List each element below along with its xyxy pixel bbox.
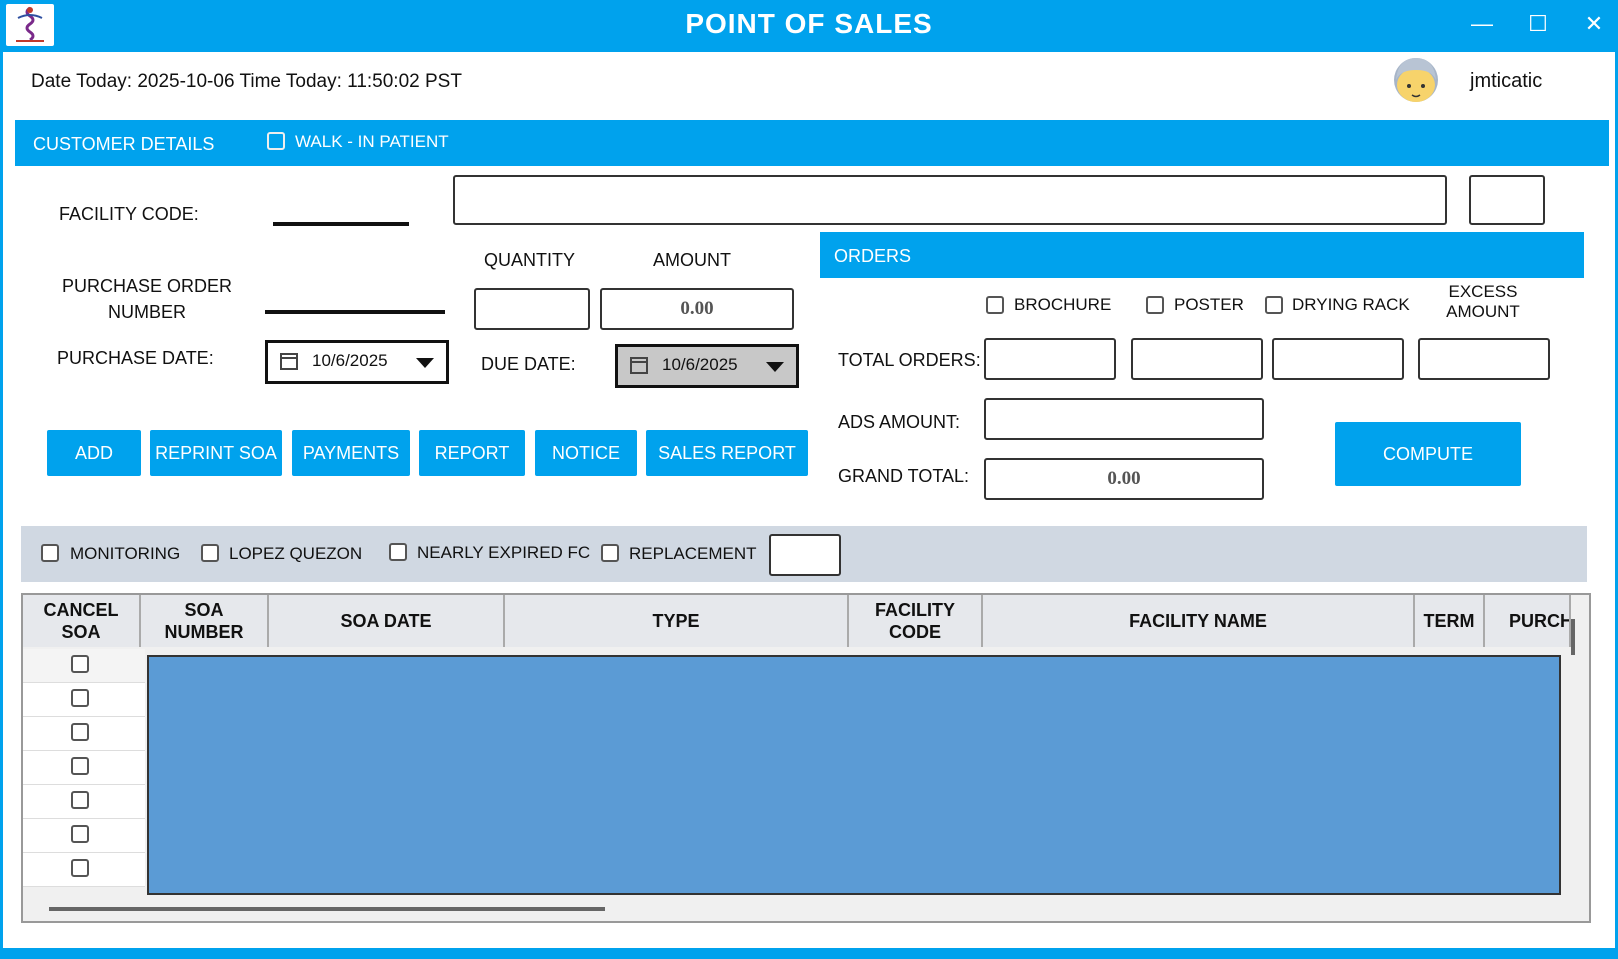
quantity-label: QUANTITY — [484, 250, 576, 270]
column-header-facility-code[interactable]: FACILITY CODE — [849, 595, 983, 647]
report-button[interactable]: REPORT — [419, 430, 525, 476]
replacement-field[interactable] — [769, 534, 841, 576]
purchase-date-value: 10/6/2025 — [312, 351, 388, 370]
table-row — [23, 785, 145, 819]
column-header-term[interactable]: TERM — [1415, 595, 1485, 647]
customer-details-title: CUSTOMER DETAILS — [33, 134, 215, 154]
brochure-label: BROCHURE — [1014, 295, 1112, 314]
po-label-line2: NUMBER — [107, 302, 186, 322]
maximize-button[interactable]: ☐ — [1518, 6, 1558, 42]
cancel-soa-checkbox[interactable] — [71, 825, 89, 843]
purchase-date-label: PURCHASE DATE: — [57, 348, 214, 368]
poster-checkbox[interactable] — [1146, 296, 1164, 314]
cancel-soa-checkbox[interactable] — [71, 757, 89, 775]
walkin-label: WALK - IN PATIENT — [295, 132, 449, 151]
excess-amount-field[interactable] — [1418, 338, 1550, 380]
grand-total-field[interactable]: 0.00 — [984, 458, 1264, 500]
facility-code-label: FACILITY CODE: — [59, 204, 199, 224]
minimize-button[interactable]: — — [1462, 6, 1502, 42]
calendar-icon — [280, 353, 298, 370]
horizontal-scrollbar[interactable] — [49, 907, 605, 911]
calendar-icon — [630, 357, 648, 374]
quantity-field[interactable] — [474, 288, 590, 330]
replacement-checkbox[interactable] — [601, 544, 619, 562]
facility-code-value — [273, 222, 409, 226]
ads-amount-label: ADS AMOUNT: — [838, 412, 961, 432]
amount-label: AMOUNT — [653, 250, 731, 270]
table-row — [23, 649, 145, 683]
soa-table: CANCEL SOA SOA NUMBER SOA DATE TYPE FACILI… — [21, 593, 1591, 923]
lopez-quezon-label: LOPEZ QUEZON — [229, 544, 363, 563]
drying-rack-label: DRYING RACK — [1292, 295, 1410, 314]
total-orders-label: TOTAL ORDERS: — [838, 350, 981, 370]
filter-bar: MONITORING LOPEZ QUEZON NEARLY EXPIRED F… — [21, 526, 1587, 582]
datetime-label: Date Today: 2025-10-06 Time Today: 11:50… — [31, 71, 462, 92]
poster-total-field[interactable] — [1131, 338, 1263, 380]
window-title: POINT OF SALES — [685, 8, 933, 39]
due-date-picker[interactable]: 10/6/2025 — [615, 344, 799, 388]
excess-label-line2: AMOUNT — [1446, 302, 1520, 321]
amount-field[interactable]: 0.00 — [600, 288, 794, 330]
add-button[interactable]: ADD — [47, 430, 141, 476]
cancel-soa-checkbox[interactable] — [71, 723, 89, 741]
reprint-soa-button[interactable]: REPRINT SOA — [150, 430, 282, 476]
username-label: jmticatic — [1470, 70, 1543, 92]
table-row — [23, 819, 145, 853]
close-button[interactable]: ✕ — [1574, 6, 1614, 42]
lopez-quezon-checkbox[interactable] — [201, 544, 219, 562]
purchase-date-picker[interactable]: 10/6/2025 — [265, 340, 449, 384]
po-label-line1: PURCHASE ORDER — [61, 276, 233, 296]
brochure-checkbox[interactable] — [986, 296, 1004, 314]
main-panel: Date Today: 2025-10-06 Time Today: 11:50… — [3, 52, 1615, 948]
replacement-label: REPLACEMENT — [629, 544, 757, 563]
compute-button[interactable]: COMPUTE — [1335, 422, 1521, 486]
column-header-soa-date[interactable]: SOA DATE — [269, 595, 505, 647]
column-header-facility-name[interactable]: FACILITY NAME — [983, 595, 1415, 647]
avatar-icon — [1389, 52, 1443, 106]
customer-details-bar: CUSTOMER DETAILS WALK - IN PATIENT — [15, 120, 1609, 166]
facility-name-field[interactable] — [453, 175, 1447, 225]
table-row — [23, 853, 145, 887]
orders-title: ORDERS — [834, 246, 912, 266]
table-row — [23, 683, 145, 717]
cancel-soa-checkbox[interactable] — [71, 655, 89, 673]
payments-button[interactable]: PAYMENTS — [292, 430, 410, 476]
chevron-down-icon[interactable] — [416, 358, 434, 368]
cancel-soa-checkbox[interactable] — [71, 689, 89, 707]
monitoring-label: MONITORING — [70, 544, 181, 563]
column-header-purchase[interactable]: PURCH — [1485, 595, 1571, 647]
po-number-value — [265, 310, 445, 314]
nearly-expired-label: NEARLY EXPIRED FC — [417, 543, 591, 562]
grand-total-label: GRAND TOTAL: — [838, 466, 970, 486]
column-header-type[interactable]: TYPE — [505, 595, 849, 647]
vertical-scrollbar[interactable] — [1571, 619, 1575, 655]
ads-amount-field[interactable] — [984, 398, 1264, 440]
drying-rack-total-field[interactable] — [1272, 338, 1404, 380]
title-bar: POINT OF SALES — ☐ ✕ — [0, 0, 1618, 52]
cancel-soa-checkbox[interactable] — [71, 859, 89, 877]
table-row — [23, 751, 145, 785]
sales-report-button[interactable]: SALES REPORT — [646, 430, 808, 476]
brochure-total-field[interactable] — [984, 338, 1116, 380]
due-date-label: DUE DATE: — [481, 354, 576, 374]
pos-window: POINT OF SALES — ☐ ✕ Date Today: 2025-10… — [0, 0, 1618, 959]
orders-bar: ORDERS — [820, 232, 1584, 278]
chevron-down-icon[interactable] — [766, 362, 784, 372]
poster-label: POSTER — [1174, 295, 1244, 314]
cancel-soa-checkbox[interactable] — [71, 791, 89, 809]
due-date-value: 10/6/2025 — [662, 355, 738, 374]
nearly-expired-checkbox[interactable] — [389, 543, 407, 561]
notice-button[interactable]: NOTICE — [535, 430, 637, 476]
drying-rack-checkbox[interactable] — [1265, 296, 1283, 314]
table-row — [23, 717, 145, 751]
excess-label-line1: EXCESS — [1448, 282, 1518, 301]
selected-rows-area[interactable] — [147, 655, 1561, 895]
column-header-soa-number[interactable]: SOA NUMBER — [141, 595, 269, 647]
column-header-cancel-soa[interactable]: CANCEL SOA — [23, 595, 141, 647]
facility-term-field[interactable] — [1469, 175, 1545, 225]
monitoring-checkbox[interactable] — [41, 544, 59, 562]
walkin-checkbox[interactable] — [267, 132, 285, 150]
